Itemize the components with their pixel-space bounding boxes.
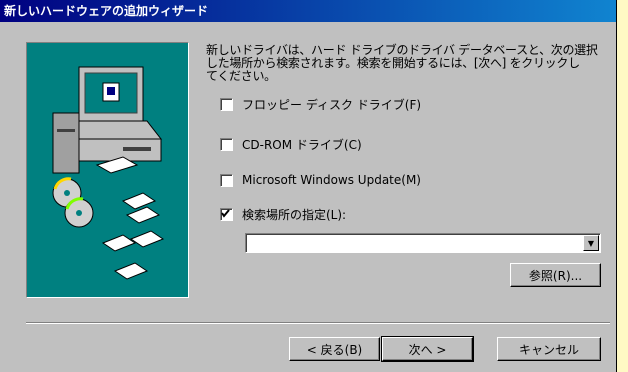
floppy-label: フロッピー ディスク ドライブ(F) (242, 97, 422, 112)
intro-line-3: てください。 (206, 69, 276, 83)
cancel-label: キャンセル (518, 342, 579, 357)
specify-location-label: 検索場所の指定(L): (242, 207, 347, 222)
option-windows-update[interactable]: Microsoft Windows Update(M) (220, 172, 421, 188)
specify-location-checkbox[interactable] (220, 207, 233, 221)
cancel-button[interactable]: キャンセル (497, 337, 601, 361)
next-button[interactable]: 次へ > (381, 336, 474, 362)
browse-label: 参照(R)... (528, 268, 583, 283)
location-dropdown-button[interactable]: ▼ (583, 235, 599, 251)
option-specify-location[interactable]: 検索場所の指定(L): (220, 206, 346, 222)
wizard-window: 新しいハードウェアの追加ウィザード 新しいドライバは、ハード ドライブのドライバ… (0, 0, 617, 372)
back-button[interactable]: < 戻る(B) (289, 337, 380, 361)
location-combobox[interactable]: ▼ (245, 233, 601, 253)
computer-and-discs-illustration (52, 66, 165, 280)
title-bar[interactable]: 新しいハードウェアの追加ウィザード (0, 0, 616, 22)
cdrom-checkbox[interactable] (220, 137, 233, 151)
chevron-down-icon: ▼ (587, 238, 595, 248)
floppy-checkbox[interactable] (220, 97, 233, 111)
cdrom-label: CD-ROM ドライブ(C) (242, 137, 362, 152)
back-label: < 戻る(B) (306, 342, 363, 357)
windows-update-label: Microsoft Windows Update(M) (242, 173, 421, 187)
browse-button[interactable]: 参照(R)... (510, 263, 601, 287)
windows-update-checkbox[interactable] (220, 173, 233, 187)
intro-text: 新しいドライバは、ハード ドライブのドライバ データベースと、次の選択 した場所… (206, 44, 606, 83)
wizard-illustration (26, 42, 189, 298)
option-cdrom[interactable]: CD-ROM ドライブ(C) (220, 136, 362, 152)
window-title: 新しいハードウェアの追加ウィザード (4, 4, 209, 18)
footer-divider (26, 322, 610, 324)
checkmark-icon (221, 208, 230, 218)
next-label: 次へ > (408, 342, 447, 357)
option-floppy[interactable]: フロッピー ディスク ドライブ(F) (220, 96, 421, 112)
